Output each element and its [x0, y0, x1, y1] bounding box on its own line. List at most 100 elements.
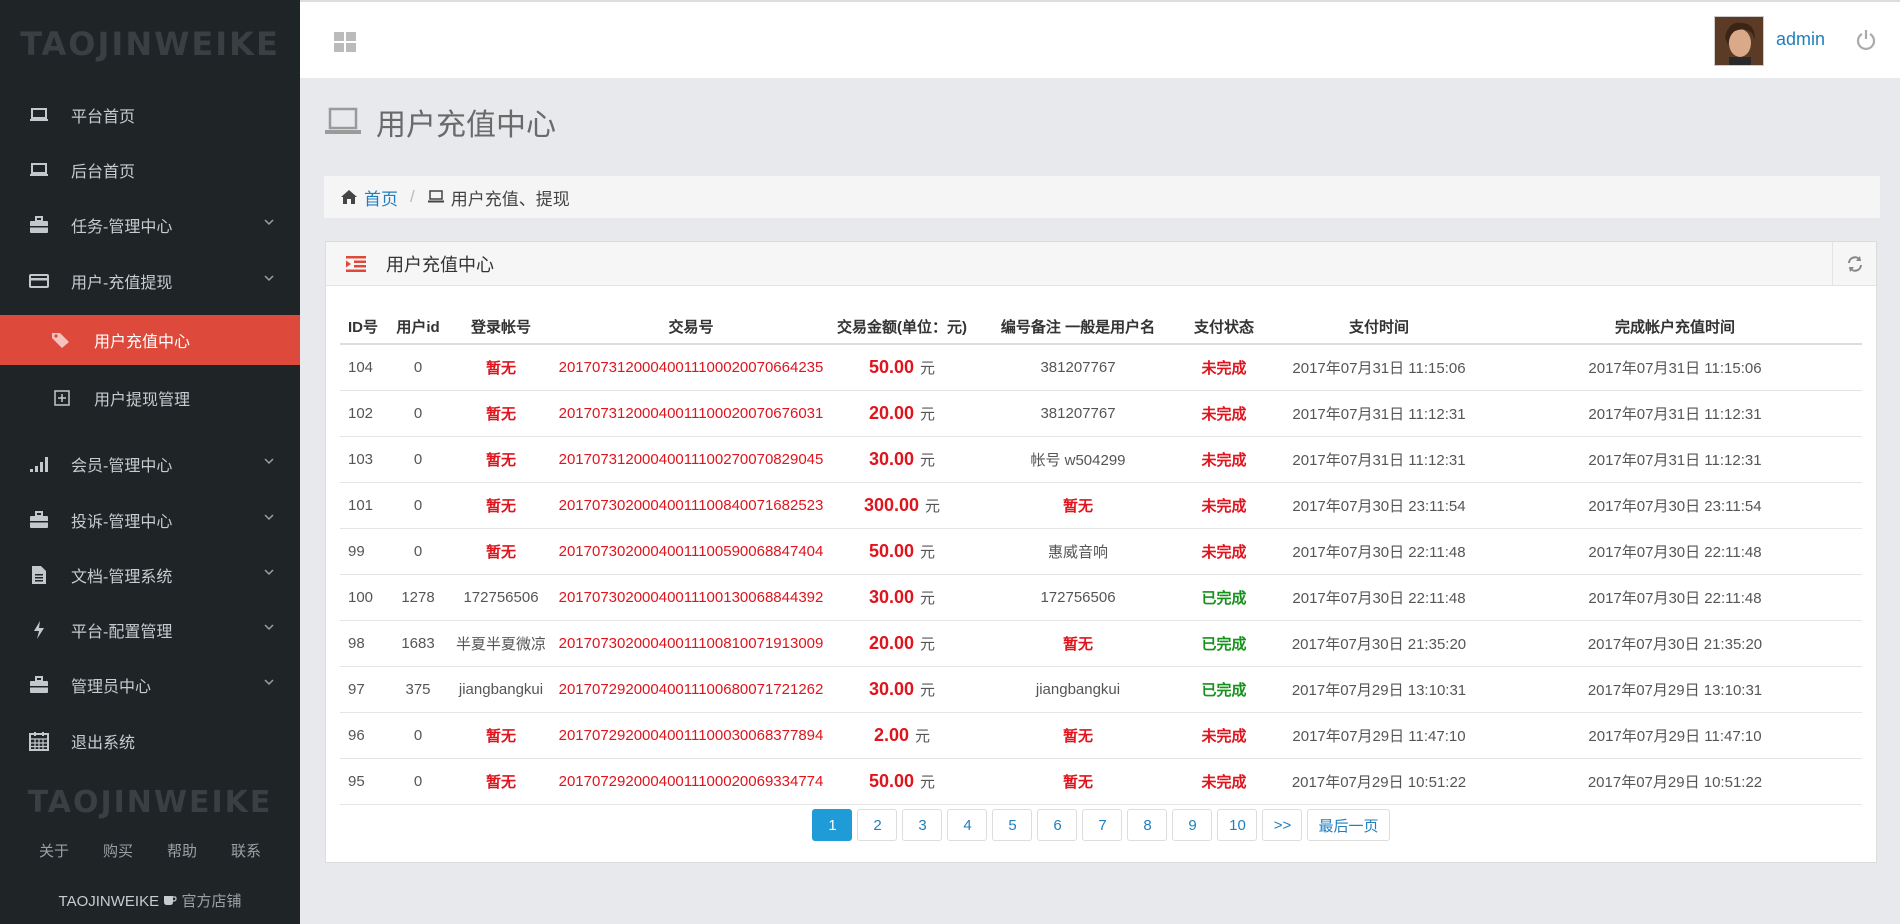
laptop-icon	[325, 107, 361, 134]
cell-amount: 30.00 元	[826, 666, 978, 713]
page-button[interactable]: 6	[1037, 809, 1078, 841]
sidebar-item-task-management[interactable]: 任务-管理中心	[0, 197, 300, 253]
username-link[interactable]: admin	[1776, 29, 1825, 50]
cell-txn: 20170731200040011100020070664235	[556, 344, 826, 391]
sidebar-item-document-system[interactable]: 文档-管理系统	[0, 547, 300, 603]
laptop-icon	[427, 190, 444, 203]
amount-value: 20.00	[868, 632, 915, 653]
cell-txn: 20170729200040011100680071721262	[556, 666, 826, 713]
chevron-down-icon	[264, 679, 274, 686]
cell-pay-time: 2017年07月29日 10:51:22	[1270, 758, 1488, 805]
col-header-account: 登录帐号	[446, 310, 556, 345]
sidebar-item-member-management[interactable]: 会员-管理中心	[0, 436, 300, 492]
indent-list-icon	[346, 255, 366, 272]
sidebar-item-admin-center[interactable]: 管理员中心	[0, 657, 300, 713]
briefcase-icon	[27, 676, 51, 694]
breadcrumb-current: 用户充值、提现	[450, 189, 570, 209]
cell-pay-time: 2017年07月29日 11:47:10	[1270, 712, 1488, 759]
refresh-button[interactable]	[1832, 242, 1876, 285]
panel-header: 用户充值中心	[326, 242, 1876, 286]
page-title-text: 用户充值中心	[376, 109, 556, 142]
cell-id: 95	[340, 758, 390, 805]
status-badge: 未完成	[1178, 482, 1270, 529]
cell-account: 暂无	[446, 390, 556, 437]
sidebar-item-admin-home[interactable]: 后台首页	[0, 142, 300, 198]
sidebar-item-label: 后台首页	[71, 164, 136, 181]
sidebar-item-logout[interactable]: 退出系统	[0, 713, 300, 769]
sidebar-item-label: 退出系统	[71, 735, 136, 752]
chevron-down-icon	[264, 569, 274, 576]
page-button[interactable]: 5	[992, 809, 1033, 841]
table-header-row: ID号 用户id 登录帐号 交易号 交易金额(单位：元) 编号备注 一般是用户名…	[340, 310, 1862, 345]
table-row: 103 0 暂无 20170731200040011100270070829045 30…	[340, 436, 1862, 483]
cell-user-id: 0	[390, 344, 446, 391]
cell-note: 暂无	[978, 712, 1178, 759]
footer-link-contact[interactable]: 联系	[231, 840, 261, 861]
cell-amount: 50.00 元	[826, 528, 978, 575]
calendar-icon	[27, 731, 51, 751]
cell-amount: 2.00 元	[826, 712, 978, 759]
cell-id: 102	[340, 390, 390, 437]
sidebar-item-platform-config[interactable]: 平台-配置管理	[0, 602, 300, 658]
refresh-icon	[1847, 255, 1862, 272]
page-button[interactable]: 10	[1217, 809, 1258, 841]
cell-done-time: 2017年07月31日 11:12:31	[1488, 436, 1862, 483]
page-button[interactable]: 2	[857, 809, 898, 841]
table-row: 104 0 暂无 20170731200040011100020070664235 50…	[340, 344, 1862, 391]
power-icon[interactable]	[1856, 29, 1876, 51]
cell-id: 97	[340, 666, 390, 713]
breadcrumb-home-link[interactable]: 首页	[364, 185, 398, 210]
amount-unit: 元	[920, 681, 936, 699]
amount-unit: 元	[920, 589, 936, 607]
page-button[interactable]: >>	[1262, 809, 1303, 841]
official-store-link[interactable]: TAOJINWEIKE 官方店铺	[0, 890, 300, 911]
cell-amount: 300.00 元	[826, 482, 978, 529]
page-button[interactable]: 8	[1127, 809, 1168, 841]
cell-account: 暂无	[446, 482, 556, 529]
cell-account: 暂无	[446, 344, 556, 391]
avatar[interactable]	[1714, 16, 1764, 66]
page-button[interactable]: 9	[1172, 809, 1213, 841]
cell-done-time: 2017年07月29日 13:10:31	[1488, 666, 1862, 713]
sidebar-item-user-recharge[interactable]: 用户-充值提现	[0, 253, 300, 309]
sidebar-item-complaint-management[interactable]: 投诉-管理中心	[0, 492, 300, 548]
cell-done-time: 2017年07月29日 10:51:22	[1488, 758, 1862, 805]
sidebar-item-withdraw-management[interactable]: 用户提现管理	[0, 370, 300, 426]
page-button[interactable]: 7	[1082, 809, 1123, 841]
cell-user-id: 0	[390, 436, 446, 483]
grid-menu-icon[interactable]	[334, 32, 356, 52]
amount-unit: 元	[920, 359, 936, 377]
sidebar-item-label: 平台首页	[71, 109, 136, 126]
chevron-down-icon	[264, 275, 274, 282]
table-row: 96 0 暂无 20170729200040011100030068377894 2.0…	[340, 712, 1862, 759]
footer-link-help[interactable]: 帮助	[167, 840, 197, 861]
sidebar-item-platform-home[interactable]: 平台首页	[0, 87, 300, 143]
col-header-txn: 交易号	[556, 310, 826, 345]
footer-link-about[interactable]: 关于	[39, 840, 69, 861]
page-button[interactable]: 1	[812, 809, 853, 841]
cell-done-time: 2017年07月31日 11:12:31	[1488, 390, 1862, 437]
breadcrumb: 首页 / 用户充值、提现	[324, 176, 1880, 218]
cell-account: 暂无	[446, 436, 556, 483]
cell-note: jiangbangkui	[978, 666, 1178, 713]
sidebar-item-label: 用户-充值提现	[71, 275, 173, 292]
col-header-id: ID号	[340, 310, 390, 345]
cell-note: 惠威音响	[978, 528, 1178, 575]
sidebar-item-recharge-center[interactable]: 用户充值中心	[0, 315, 300, 365]
cell-txn: 20170731200040011100020070676031	[556, 390, 826, 437]
cell-account: 暂无	[446, 528, 556, 575]
page-button[interactable]: 最后一页	[1307, 809, 1390, 841]
table-row: 100 1278 172756506 201707302000400111001300…	[340, 574, 1862, 621]
col-header-amount: 交易金额(单位：元)	[826, 310, 978, 345]
amount-value: 2.00	[873, 724, 910, 745]
footer-link-buy[interactable]: 购买	[103, 840, 133, 861]
page-button[interactable]: 4	[947, 809, 988, 841]
col-header-pay-time: 支付时间	[1270, 310, 1488, 345]
cell-user-id: 375	[390, 666, 446, 713]
laptop-icon	[27, 107, 51, 123]
cell-note: 帐号 w504299	[978, 436, 1178, 483]
pagination: 1 2 3 4 5 6 7 8 9 10 >> 最后一页	[326, 809, 1876, 841]
page-button[interactable]: 3	[902, 809, 943, 841]
status-badge: 未完成	[1178, 528, 1270, 575]
status-badge: 未完成	[1178, 758, 1270, 805]
